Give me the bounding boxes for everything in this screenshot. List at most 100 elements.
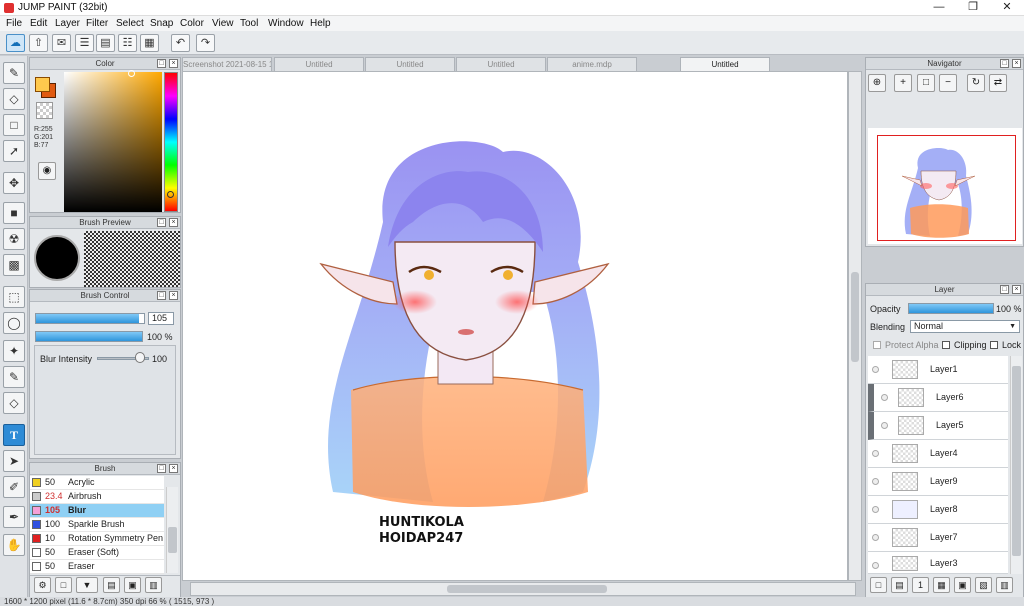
brush-size-value[interactable]: 105 xyxy=(148,312,174,325)
color-picker-cursor[interactable] xyxy=(128,70,135,77)
hue-cursor[interactable] xyxy=(167,191,174,198)
select-pen-tool-icon[interactable]: ✎ xyxy=(3,366,25,388)
panel-float-icon[interactable]: □ xyxy=(157,291,166,300)
redo-icon[interactable]: ↷ xyxy=(196,34,215,52)
rotate-icon[interactable]: ↻ xyxy=(967,74,985,92)
zoom-in-icon[interactable]: + xyxy=(894,74,912,92)
visibility-icon[interactable] xyxy=(872,562,879,569)
select-rect-tool-icon[interactable]: ⬚ xyxy=(3,286,25,308)
protect-alpha-checkbox[interactable] xyxy=(873,341,881,349)
blending-select[interactable]: Normal ▼ xyxy=(910,320,1020,333)
layer-row[interactable]: Layer8 xyxy=(868,496,1008,524)
visibility-icon[interactable] xyxy=(881,422,888,429)
rectangle-tool-icon[interactable]: □ xyxy=(3,114,25,136)
undo-icon[interactable]: ↶ xyxy=(171,34,190,52)
navigator-viewport-frame[interactable] xyxy=(877,135,1016,241)
visibility-icon[interactable] xyxy=(881,394,888,401)
chat-icon[interactable]: ☰ xyxy=(75,34,94,52)
vertical-scrollbar[interactable] xyxy=(848,71,862,581)
brush-item[interactable]: 100 Sparkle Brush xyxy=(30,518,164,532)
visibility-icon[interactable] xyxy=(872,450,879,457)
layer-row[interactable]: Layer3 xyxy=(868,552,1008,574)
copy-brush-icon[interactable]: ▤ xyxy=(103,577,120,593)
visibility-icon[interactable] xyxy=(872,534,879,541)
layer-copy-icon[interactable]: ▥ xyxy=(996,577,1013,593)
text-tool-icon[interactable]: T xyxy=(3,424,25,446)
brush-list-scroll-thumb[interactable] xyxy=(168,527,177,553)
panel-float-icon[interactable]: □ xyxy=(157,218,166,227)
brush-settings-icon[interactable]: ⚙ xyxy=(34,577,51,593)
panel-float-icon[interactable]: □ xyxy=(1000,59,1009,68)
menu-filter[interactable]: Filter xyxy=(86,18,108,29)
brush-menu-icon[interactable]: ▼ xyxy=(76,577,98,593)
layer-1bit-icon[interactable]: 1 xyxy=(912,577,929,593)
brush-opacity-slider[interactable] xyxy=(35,331,143,342)
brush-item[interactable]: 50 Eraser xyxy=(30,560,164,574)
comment-icon[interactable]: ✉ xyxy=(52,34,71,52)
brush-item[interactable]: 10 Rotation Symmetry Pen xyxy=(30,532,164,546)
close-button[interactable]: ✕ xyxy=(990,0,1024,16)
brush-item[interactable]: 23.4 Airbrush xyxy=(30,490,164,504)
brush-item-selected[interactable]: 105 Blur xyxy=(30,504,164,518)
panel-close-icon[interactable]: × xyxy=(1012,59,1021,68)
brush-size-slider[interactable] xyxy=(35,313,145,324)
menu-help[interactable]: Help xyxy=(310,18,331,29)
layer-row[interactable]: Layer7 xyxy=(868,524,1008,552)
cloud-icon[interactable]: ☁ xyxy=(6,34,25,52)
vertical-scroll-thumb[interactable] xyxy=(851,272,859,362)
menu-edit[interactable]: Edit xyxy=(30,18,47,29)
gradient-tool-icon[interactable]: ▩ xyxy=(3,254,25,276)
layer-row[interactable]: Layer9 xyxy=(868,468,1008,496)
menu-layer[interactable]: Layer xyxy=(55,18,80,29)
visibility-icon[interactable] xyxy=(872,506,879,513)
layer-tone-icon[interactable]: ▦ xyxy=(933,577,950,593)
pen-tool-icon[interactable]: ✒ xyxy=(3,506,25,528)
menu-window[interactable]: Window xyxy=(268,18,304,29)
saturation-value-picker[interactable] xyxy=(64,72,162,212)
panel-float-icon[interactable]: □ xyxy=(157,464,166,473)
panel-float-icon[interactable]: □ xyxy=(1000,285,1009,294)
brush-item[interactable]: 50 Eraser (Soft) xyxy=(30,546,164,560)
actual-size-icon[interactable]: □ xyxy=(917,74,935,92)
page-icon[interactable]: ▤ xyxy=(96,34,115,52)
horizontal-scroll-thumb[interactable] xyxy=(447,585,607,593)
panel-float-icon[interactable]: □ xyxy=(157,59,166,68)
menu-snap[interactable]: Snap xyxy=(150,18,173,29)
lasso-tool-icon[interactable]: ◯ xyxy=(3,312,25,334)
brush-list-scrollbar[interactable] xyxy=(166,487,178,573)
magic-wand-tool-icon[interactable]: ✦ xyxy=(3,340,25,362)
layer-list-scroll-thumb[interactable] xyxy=(1012,366,1021,556)
maximize-button[interactable]: ❐ xyxy=(956,0,990,16)
panel-close-icon[interactable]: × xyxy=(1012,285,1021,294)
move-tool-icon[interactable]: ✥ xyxy=(3,172,25,194)
tab-screenshot[interactable]: Screenshot 2021-08-15 160154.png xyxy=(182,57,272,71)
panel-close-icon[interactable]: × xyxy=(169,464,178,473)
blur-intensity-handle[interactable] xyxy=(135,352,145,363)
minimize-button[interactable]: — xyxy=(922,0,956,16)
layer-row[interactable]: Layer4 xyxy=(868,440,1008,468)
layer-row[interactable]: Layer5 xyxy=(868,412,1008,440)
menu-view[interactable]: View xyxy=(212,18,234,29)
layer-opacity-slider[interactable] xyxy=(908,303,994,314)
flip-icon[interactable]: ⇄ xyxy=(989,74,1007,92)
panel-close-icon[interactable]: × xyxy=(169,59,178,68)
zoom-out-icon[interactable]: − xyxy=(939,74,957,92)
eraser-tool-icon[interactable]: ◇ xyxy=(3,88,25,110)
visibility-icon[interactable] xyxy=(872,478,879,485)
new-layer-icon[interactable]: □ xyxy=(870,577,887,593)
bucket-tool-icon[interactable]: ☢ xyxy=(3,228,25,250)
menu-tool[interactable]: Tool xyxy=(240,18,258,29)
tab-untitled-3[interactable]: Untitled xyxy=(456,57,546,71)
menu-color[interactable]: Color xyxy=(180,18,204,29)
panel-close-icon[interactable]: × xyxy=(169,218,178,227)
visibility-icon[interactable] xyxy=(872,366,879,373)
layer-delete-icon[interactable]: ▧ xyxy=(975,577,992,593)
layer-row[interactable]: Layer6 xyxy=(868,384,1008,412)
fill-rect-tool-icon[interactable]: ■ xyxy=(3,202,25,224)
line-tool-icon[interactable]: ➚ xyxy=(3,140,25,162)
brush-item[interactable]: 50 Acrylic xyxy=(30,476,164,490)
tab-untitled-2[interactable]: Untitled xyxy=(365,57,455,71)
list-icon[interactable]: ☷ xyxy=(118,34,137,52)
hand-tool-icon[interactable]: ✋ xyxy=(3,534,25,556)
panel-close-icon[interactable]: × xyxy=(169,291,178,300)
